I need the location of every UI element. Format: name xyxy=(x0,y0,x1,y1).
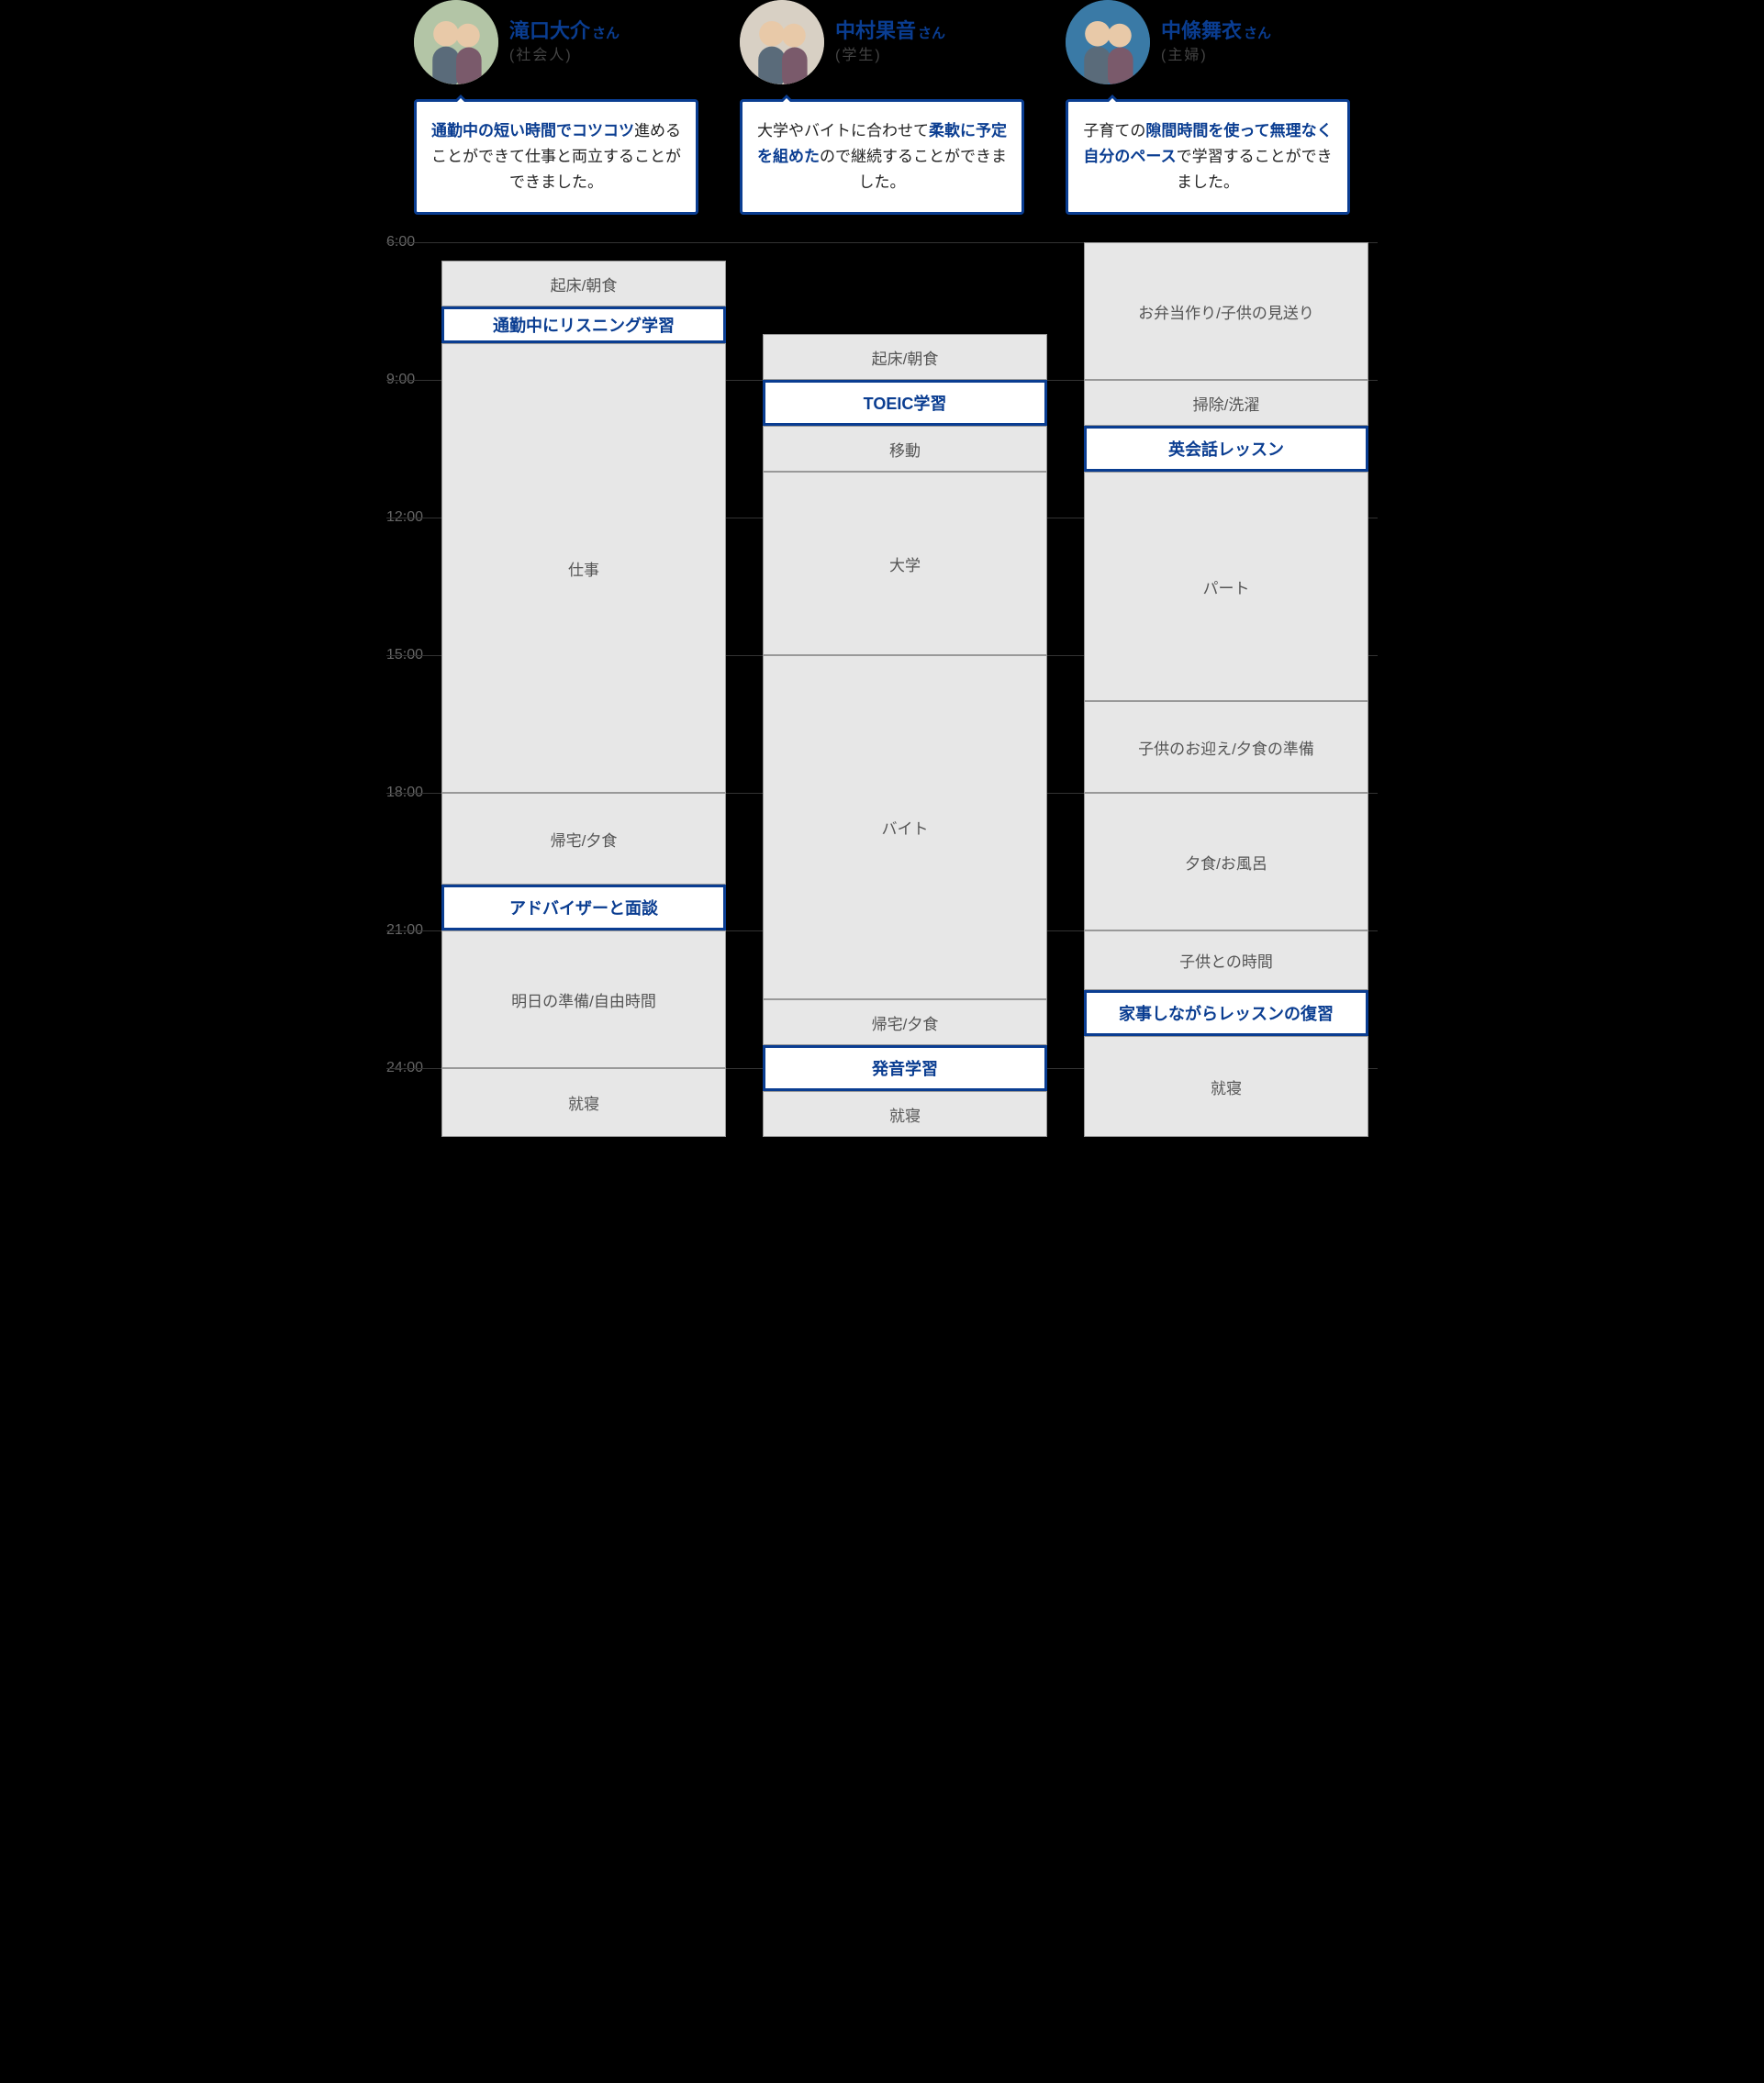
person-header: 中村果音さん (学生) xyxy=(740,0,1024,84)
schedule-col-p1: 起床/朝食通勤中にリスニング学習仕事帰宅/夕食アドバイザーと面談明日の準備/自由… xyxy=(441,242,726,1160)
person-san: さん xyxy=(918,26,945,41)
schedule-block: 掃除/洗濯 xyxy=(1084,380,1368,426)
bubble-part: 子育ての xyxy=(1083,122,1145,139)
schedule-block: 帰宅/夕食 xyxy=(763,999,1047,1045)
person-p2: 中村果音さん (学生) 大学やバイトに合わせて柔軟に予定を組めたので継続すること… xyxy=(740,0,1024,215)
name-box: 滝口大介さん (社会人) xyxy=(509,18,620,65)
person-p3: 中條舞衣さん (主婦) 子育ての隙間時間を使って無理なく自分のペースで学習するこ… xyxy=(1066,0,1350,215)
schedule-block: お弁当作り/子供の見送り xyxy=(1084,242,1368,380)
schedule-block-highlight: TOEIC学習 xyxy=(763,380,1047,426)
timeline: 6:009:0012:0015:0018:0021:0024:00 起床/朝食通… xyxy=(386,242,1378,1160)
schedule-block-highlight: 英会話レッスン xyxy=(1084,426,1368,472)
schedule-block-highlight: 発音学習 xyxy=(763,1045,1047,1091)
schedule-block: 大学 xyxy=(763,472,1047,655)
bubble-part: 通勤中の短い時間でコツコツ xyxy=(431,122,634,139)
schedule-block: 夕食/お風呂 xyxy=(1084,793,1368,930)
schedule-col-p2: 起床/朝食TOEIC学習移動大学バイト帰宅/夕食発音学習就寝 xyxy=(763,242,1047,1160)
schedule-col-p3: お弁当作り/子供の見送り掃除/洗濯英会話レッスンパート子供のお迎え/夕食の準備夕… xyxy=(1084,242,1368,1160)
avatar-placeholder-icon xyxy=(414,0,498,84)
schedule-block: 就寝 xyxy=(763,1091,1047,1137)
schedule-block-highlight: 通勤中にリスニング学習 xyxy=(441,306,726,343)
schedule-block: 帰宅/夕食 xyxy=(441,793,726,885)
bubble-part: で学習することができました。 xyxy=(1177,148,1333,191)
name-box: 中條舞衣さん (主婦) xyxy=(1161,18,1271,65)
schedule-block: 起床/朝食 xyxy=(763,334,1047,380)
schedule-block: 就寝 xyxy=(1084,1036,1368,1137)
person-role: (主婦) xyxy=(1161,47,1271,66)
person-p1: 滝口大介さん (社会人) 通勤中の短い時間でコツコツ進めることができて仕事と両立… xyxy=(414,0,698,215)
schedule-block: 起床/朝食 xyxy=(441,261,726,306)
schedule-block: 仕事 xyxy=(441,343,726,793)
person-role: (社会人) xyxy=(509,47,620,66)
person-name: 中條舞衣 xyxy=(1161,19,1242,42)
schedule-block: パート xyxy=(1084,472,1368,701)
schedule-block: 移動 xyxy=(763,426,1047,472)
schedule-block: 子供のお迎え/夕食の準備 xyxy=(1084,701,1368,793)
bubble-part: 大学やバイトに合わせて xyxy=(757,122,929,139)
avatar-placeholder-icon xyxy=(740,0,824,84)
schedule-block-highlight: アドバイザーと面談 xyxy=(441,885,726,930)
person-name: 滝口大介 xyxy=(509,19,590,42)
person-role: (学生) xyxy=(835,47,945,66)
schedule-block: バイト xyxy=(763,655,1047,999)
person-san: さん xyxy=(1244,26,1271,41)
name-box: 中村果音さん (学生) xyxy=(835,18,945,65)
avatar xyxy=(1066,0,1150,84)
avatar xyxy=(740,0,824,84)
bubble-part: ので継続することができました。 xyxy=(820,148,1007,191)
speech-bubble: 通勤中の短い時間でコツコツ進めることができて仕事と両立することができました。 xyxy=(414,99,698,215)
person-name: 中村果音 xyxy=(835,19,916,42)
avatar-placeholder-icon xyxy=(1066,0,1150,84)
schedule-block: 子供との時間 xyxy=(1084,930,1368,990)
person-header: 滝口大介さん (社会人) xyxy=(414,0,698,84)
schedule-block: 明日の準備/自由時間 xyxy=(441,930,726,1068)
schedule-columns: 起床/朝食通勤中にリスニング学習仕事帰宅/夕食アドバイザーと面談明日の準備/自由… xyxy=(441,242,1368,1160)
speech-bubble: 大学やバイトに合わせて柔軟に予定を組めたので継続することができました。 xyxy=(740,99,1024,215)
schedule-block-highlight: 家事しながらレッスンの復習 xyxy=(1084,990,1368,1036)
person-header: 中條舞衣さん (主婦) xyxy=(1066,0,1350,84)
speech-bubble: 子育ての隙間時間を使って無理なく自分のペースで学習することができました。 xyxy=(1066,99,1350,215)
person-san: さん xyxy=(592,26,620,41)
avatar xyxy=(414,0,498,84)
profiles-row: 滝口大介さん (社会人) 通勤中の短い時間でコツコツ進めることができて仕事と両立… xyxy=(386,0,1378,215)
schedule-block: 就寝 xyxy=(441,1068,726,1137)
